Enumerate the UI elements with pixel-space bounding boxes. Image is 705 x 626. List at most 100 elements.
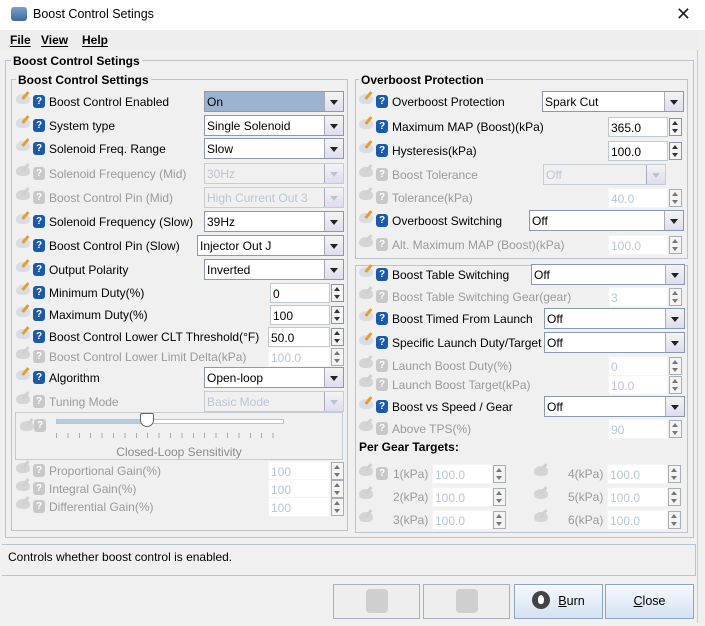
overboost-switching-dropdown[interactable]: Off [529,210,684,231]
setting-row-hysteresis-kpa: ? Hysteresis(kPa) 100.0 [359,141,682,161]
boost-control-pin-mid-dropdown: High Current Out 3 [204,187,344,208]
boost-timed-from-launch-dropdown[interactable]: Off [544,308,685,329]
setting-row-boost-vs-speed-gear: ? Boost vs Speed / Gear Off [359,396,685,417]
setting-label: Launch Boost Duty(%) [392,359,513,373]
spinner-arrows [331,498,344,516]
boost-control-enabled-dropdown[interactable]: On [204,91,344,112]
chevron-down-icon[interactable] [665,397,684,416]
setting-row-solenoid-frequency-slow: ? Solenoid Frequency (Slow) 39Hz [16,211,344,232]
chevron-down-icon[interactable] [324,260,343,279]
help-icon[interactable]: ? [33,95,45,108]
chevron-down-icon[interactable] [324,92,343,111]
maximum-duty-input[interactable]: 100 [270,305,330,325]
boost-control-lower-clt-threshold-f-input[interactable]: 50.0 [268,327,330,347]
setting-row-minimum-duty: ? Minimum Duty(%) 0 [16,283,344,303]
spinner-arrows[interactable] [331,284,344,302]
help-icon[interactable]: ? [33,142,45,155]
chevron-down-icon[interactable] [664,92,683,111]
close-label: lose [642,594,666,608]
setting-label: Solenoid Frequency (Slow) [49,215,194,229]
minimum-duty-input[interactable]: 0 [270,283,330,303]
spinner-arrows[interactable] [669,118,682,136]
chevron-down-icon[interactable] [665,309,684,328]
menu-view[interactable]: View [41,33,68,47]
spinner-arrows [493,511,506,529]
input-value: 365.0 [611,121,642,135]
help-icon: ? [376,422,388,435]
menu-help[interactable]: Help [82,33,108,47]
help-icon: ? [376,359,388,372]
chevron-down-icon[interactable] [664,211,683,230]
burn-button[interactable]: Burn [514,584,603,619]
help-icon[interactable]: ? [376,120,388,133]
help-icon[interactable]: ? [33,371,45,384]
chevron-down-icon[interactable] [324,212,343,231]
help-icon[interactable]: ? [376,214,388,227]
algorithm-dropdown[interactable]: Open-loop [204,367,344,388]
help-icon[interactable]: ? [376,336,388,349]
setting-row-overboost-protection: ? Overboost Protection Spark Cut [359,91,684,112]
spinner-arrows[interactable] [669,142,682,160]
output-polarity-dropdown[interactable]: Inverted [204,259,344,280]
help-icon: ? [33,350,45,363]
input-value: 100 [271,465,292,479]
input-value: 100 [271,483,292,497]
help-icon[interactable]: ? [376,144,388,157]
close-icon[interactable]: ✕ [676,4,691,25]
setting-label: Boost Control Lower Limit Delta(kPa) [49,350,247,364]
help-icon[interactable]: ? [33,330,45,343]
solenoid-frequency-slow-dropdown[interactable]: 39Hz [204,211,344,232]
hysteresis-kpa-input[interactable]: 100.0 [608,141,668,161]
boost-control-pin-slow-dropdown[interactable]: Injector Out J [197,235,344,256]
menu-file[interactable]: File [10,33,31,47]
help-icon[interactable]: ? [33,308,45,321]
help-icon[interactable]: ? [33,119,45,132]
chevron-down-icon[interactable] [665,333,684,352]
slider-thumb[interactable] [140,413,155,427]
specific-launch-duty-target-dropdown[interactable]: Off [544,332,685,353]
setting-label: Tolerance(kPa) [392,191,473,205]
maximum-map-boost-kpa-input[interactable]: 365.0 [608,117,668,137]
help-icon[interactable]: ? [376,312,388,325]
pencil-icon [16,307,30,317]
chevron-down-icon[interactable] [324,139,343,158]
chevron-down-icon[interactable] [665,265,684,284]
setting-row-alt-maximum-map-boost-kpa: ? Alt. Maximum MAP (Boost)(kPa) 100.0 [359,235,682,255]
help-icon[interactable]: ? [376,268,388,281]
setting-label: Overboost Protection [392,95,505,109]
undo-button[interactable] [333,584,420,619]
chevron-down-icon[interactable] [324,116,343,135]
dropdown-value: 30Hz [207,167,236,181]
help-icon: ? [33,167,45,180]
pencil-icon [16,349,30,359]
help-icon[interactable]: ? [376,400,388,413]
help-icon[interactable]: ? [33,239,45,252]
spinner-arrows[interactable] [331,306,344,324]
input-value: 90 [611,423,625,437]
help-icon[interactable]: ? [33,286,45,299]
boost-vs-speed-gear-dropdown[interactable]: Off [544,396,685,417]
dropdown-value: High Current Out 3 [207,191,308,205]
slider-track[interactable] [56,419,284,424]
spinner-arrows[interactable] [331,328,344,346]
pencil-icon [16,118,30,128]
help-icon[interactable]: ? [33,263,45,276]
input-value: 100.0 [435,468,466,482]
setting-label: Boost Timed From Launch [392,312,533,326]
overboost-protection-dropdown[interactable]: Spark Cut [542,91,684,112]
setting-row-launch-boost-target-kpa: ? Launch Boost Target(kPa) 10.0 [359,375,682,395]
help-icon: ? [33,395,45,408]
chevron-down-icon[interactable] [324,368,343,387]
close-button[interactable]: Close [605,584,694,619]
boost-table-switching-dropdown[interactable]: Off [531,264,685,285]
system-type-dropdown[interactable]: Single Solenoid [204,115,344,136]
redo-button[interactable] [423,584,510,619]
chevron-down-icon[interactable] [324,236,343,255]
gear-label: 6(kPa) [568,513,604,527]
help-icon[interactable]: ? [376,95,388,108]
setting-row-solenoid-freq-range: ? Solenoid Freq. Range Slow [16,138,344,159]
differential-gain-input: 100 [268,497,330,517]
help-icon[interactable]: ? [33,215,45,228]
setting-label: Integral Gain(%) [49,482,137,496]
solenoid-freq-range-dropdown[interactable]: Slow [204,138,344,159]
